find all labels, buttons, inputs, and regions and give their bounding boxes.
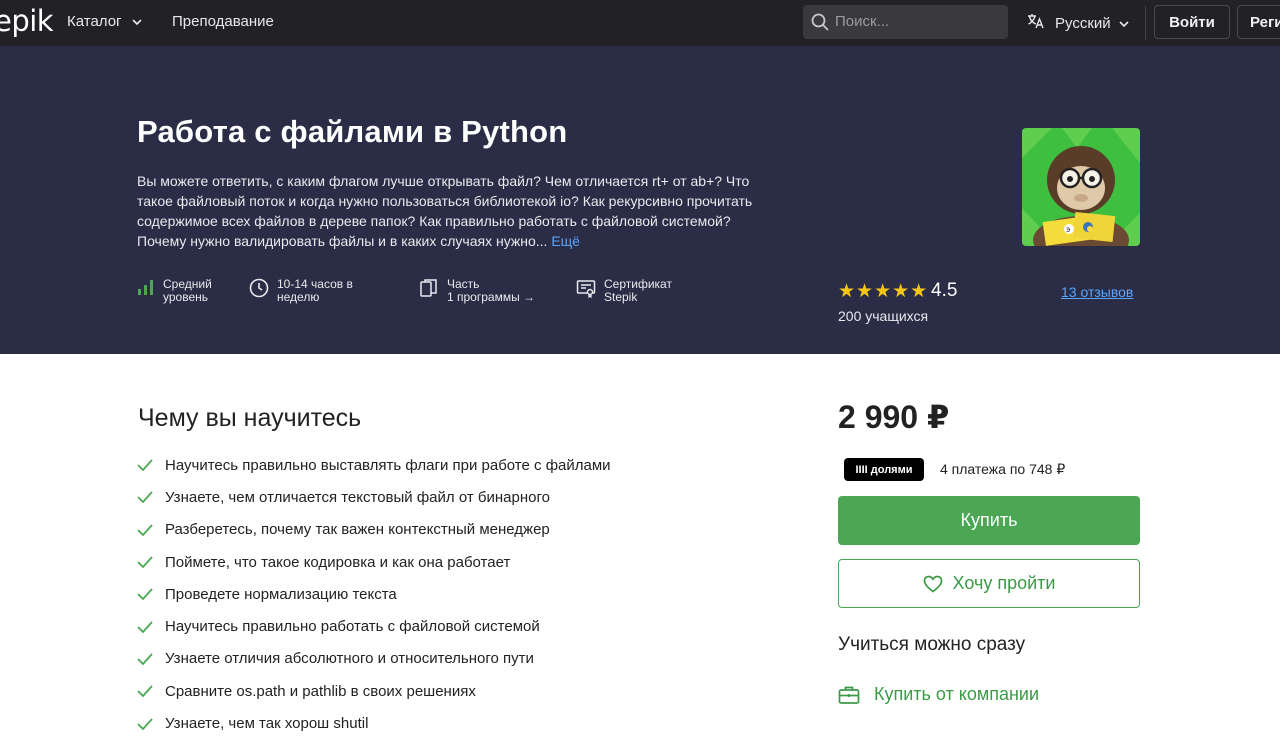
learn-now-text: Учиться можно сразу — [838, 634, 1026, 655]
course-description-text: Вы можете ответить, с каким флагом лучше… — [137, 173, 753, 249]
learn-heading: Чему вы научитесь — [138, 404, 362, 432]
login-button[interactable]: Войти — [1154, 5, 1230, 39]
register-button[interactable]: Реги — [1237, 5, 1280, 39]
meta-certificate-line2: Stepik — [604, 290, 638, 304]
meta-level: Средний уровень — [137, 278, 212, 304]
certificate-icon — [576, 278, 604, 301]
learn-list: Научитесь правильно выставлять флаги при… — [137, 449, 611, 740]
search-icon — [811, 13, 829, 36]
meta-workload-line2: неделю — [277, 290, 320, 304]
stepik-logo[interactable]: epik — [0, 4, 54, 38]
heart-icon — [923, 575, 942, 593]
course-description: Вы можете ответить, с каким флагом лучше… — [137, 171, 777, 251]
rating-value: 4.5 — [931, 280, 958, 301]
buy-button[interactable]: Купить — [838, 496, 1140, 545]
list-item: Узнаете отличия абсолютного и относитель… — [137, 643, 611, 675]
teaching-link[interactable]: Преподавание — [172, 13, 274, 30]
wishlist-button[interactable]: Хочу пройти — [838, 559, 1140, 608]
check-icon — [137, 459, 153, 472]
check-icon — [137, 491, 153, 504]
learn-item-text: Сравните os.path и pathlib в своих решен… — [165, 682, 476, 700]
learn-item-text: Узнаете отличия абсолютного и относитель… — [165, 650, 534, 668]
list-item: Научитесь правильно работать с файловой … — [137, 610, 611, 642]
check-icon — [137, 685, 153, 698]
learn-item-text: Проведете нормализацию текста — [165, 585, 397, 603]
buy-for-company-label: Купить от компании — [874, 684, 1040, 704]
learn-item-text: Разберетесь, почему так важен контекстны… — [165, 521, 550, 539]
language-label: Русский — [1055, 14, 1111, 32]
course-price: 2 990 ₽ — [838, 399, 950, 435]
rating-stars: ★★★★★ — [838, 281, 929, 302]
buy-for-company-link[interactable]: Купить от компании — [838, 684, 1039, 705]
clock-icon — [249, 278, 277, 301]
chevron-down-icon — [1119, 15, 1129, 32]
level-bars-icon — [137, 278, 163, 299]
check-icon — [137, 621, 153, 633]
check-icon — [137, 588, 153, 601]
learn-item-text: Узнаете, чем отличается текстовый файл о… — [165, 488, 550, 506]
translate-icon — [1027, 13, 1045, 33]
list-item: Узнаете, чем так хорош shutil — [137, 707, 611, 739]
language-selector[interactable]: Русский — [1027, 12, 1129, 34]
check-icon — [137, 717, 153, 730]
catalog-menu[interactable]: Каталог — [67, 13, 142, 30]
search-input[interactable]: Поиск... — [803, 5, 1008, 39]
installments-text: 4 платежа по 748 ₽ — [940, 461, 1066, 477]
check-icon — [137, 653, 153, 665]
search-placeholder: Поиск... — [835, 13, 890, 30]
list-item: Поймете, что такое кодировка и как она р… — [137, 546, 611, 578]
svg-text:э: э — [1066, 225, 1070, 234]
learners-count: 200 учащихся — [838, 308, 929, 324]
list-item: Проведете нормализацию текста — [137, 578, 611, 610]
programs-icon — [419, 278, 447, 301]
meta-level-line2: уровень — [163, 290, 209, 304]
header-divider — [1145, 6, 1146, 40]
catalog-label: Каталог — [67, 13, 122, 30]
learn-item-text: Научитесь правильно выставлять флаги при… — [165, 456, 611, 474]
wishlist-label: Хочу пройти — [952, 573, 1056, 593]
course-title: Работа с файлами в Python — [137, 114, 568, 149]
list-item: Научитесь правильно выставлять флаги при… — [137, 449, 611, 481]
meta-workload: 10-14 часов в неделю — [249, 278, 353, 304]
dolyami-badge[interactable]: IIII долями — [844, 458, 924, 481]
top-navigation-bar: epik Каталог Преподавание Поиск... Русск… — [0, 0, 1280, 46]
read-more-link[interactable]: Ещё — [551, 233, 580, 249]
chevron-down-icon — [132, 13, 142, 30]
meta-program[interactable]: Часть 1 программы → — [419, 278, 535, 304]
learn-item-text: Научитесь правильно работать с файловой … — [165, 618, 540, 636]
briefcase-icon — [838, 686, 860, 704]
meta-certificate: Сертификат Stepik — [576, 278, 672, 304]
course-cover-image[interactable]: э — [1022, 128, 1140, 246]
list-item: Разберетесь, почему так важен контекстны… — [137, 514, 611, 546]
meta-program-line2: 1 программы → — [447, 290, 536, 304]
learn-item-text: Узнаете, чем так хорош shutil — [165, 715, 369, 733]
reviews-link[interactable]: 13 отзывов — [1061, 284, 1133, 300]
check-icon — [137, 524, 153, 536]
learn-item-text: Поймете, что такое кодировка и как она р… — [165, 553, 511, 571]
list-item: Сравните os.path и pathlib в своих решен… — [137, 675, 611, 707]
check-icon — [137, 556, 153, 569]
list-item: Узнаете, чем отличается текстовый файл о… — [137, 481, 611, 513]
